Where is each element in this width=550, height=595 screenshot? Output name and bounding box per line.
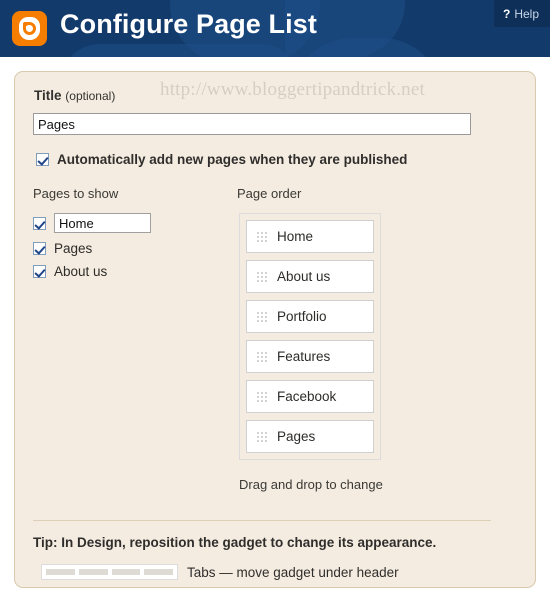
page-order-list: Home About us Portfolio Features Faceboo… <box>239 213 381 460</box>
tab-bar-4 <box>144 569 173 575</box>
page-label: Pages <box>54 241 93 256</box>
page-checkbox[interactable] <box>33 216 46 230</box>
order-item[interactable]: Home <box>246 220 374 253</box>
pages-to-show-heading: Pages to show <box>33 186 119 201</box>
auto-add-row[interactable]: Automatically add new pages when they ar… <box>36 152 407 167</box>
order-item-label: Features <box>277 349 331 364</box>
help-button[interactable]: ? Help <box>493 0 550 27</box>
title-field-label: Title (optional) <box>34 88 115 103</box>
page-checkbox[interactable] <box>33 265 46 278</box>
blogger-logo-icon <box>12 11 47 46</box>
section-divider <box>33 520 491 521</box>
list-item[interactable] <box>33 213 151 233</box>
page-title: Configure Page List <box>60 9 317 39</box>
order-item[interactable]: Features <box>246 340 374 373</box>
tabs-caption: Tabs — move gadget under header <box>187 565 399 580</box>
tab-bar-1 <box>46 569 75 575</box>
page-checkbox[interactable] <box>33 242 46 255</box>
pages-to-show-list: Pages About us <box>33 213 151 279</box>
drag-drop-hint: Drag and drop to change <box>239 477 383 492</box>
order-item[interactable]: Portfolio <box>246 300 374 333</box>
header-decoration-4 <box>60 44 300 57</box>
tabs-layout-icon[interactable] <box>41 564 178 580</box>
list-item[interactable]: Pages <box>33 241 151 256</box>
drag-handle-icon[interactable] <box>256 311 267 322</box>
question-mark-icon: ? <box>502 6 511 21</box>
drag-handle-icon[interactable] <box>256 391 267 402</box>
order-item-label: Pages <box>277 429 316 444</box>
app-header: Configure Page List ? Help <box>0 0 550 57</box>
tab-bar-3 <box>111 569 141 575</box>
drag-handle-icon[interactable] <box>256 231 267 242</box>
title-label-optional: (optional) <box>65 89 116 103</box>
order-item-label: Facebook <box>277 389 337 404</box>
list-item[interactable]: About us <box>33 264 151 279</box>
order-item-label: Portfolio <box>277 309 327 324</box>
page-name-input[interactable] <box>54 213 151 233</box>
help-button-label: Help <box>514 6 539 21</box>
auto-add-checkbox[interactable] <box>36 153 49 166</box>
drag-handle-icon[interactable] <box>256 271 267 282</box>
drag-handle-icon[interactable] <box>256 351 267 362</box>
order-item[interactable]: Facebook <box>246 380 374 413</box>
auto-add-label: Automatically add new pages when they ar… <box>57 152 408 167</box>
order-item-label: Home <box>277 229 314 244</box>
tip-text: Tip: In Design, reposition the gadget to… <box>33 535 437 550</box>
page-label: About us <box>54 264 108 279</box>
site-watermark: http://www.bloggertipandtrick.net <box>160 79 425 100</box>
title-label-bold: Title <box>34 88 62 103</box>
order-item-label: About us <box>277 269 331 284</box>
order-item[interactable]: Pages <box>246 420 374 453</box>
drag-handle-icon[interactable] <box>256 431 267 442</box>
tab-bar-2 <box>78 569 108 575</box>
page-order-heading: Page order <box>237 186 302 201</box>
order-item[interactable]: About us <box>246 260 374 293</box>
blogger-logo-dot <box>24 22 28 26</box>
title-input[interactable] <box>33 113 471 135</box>
